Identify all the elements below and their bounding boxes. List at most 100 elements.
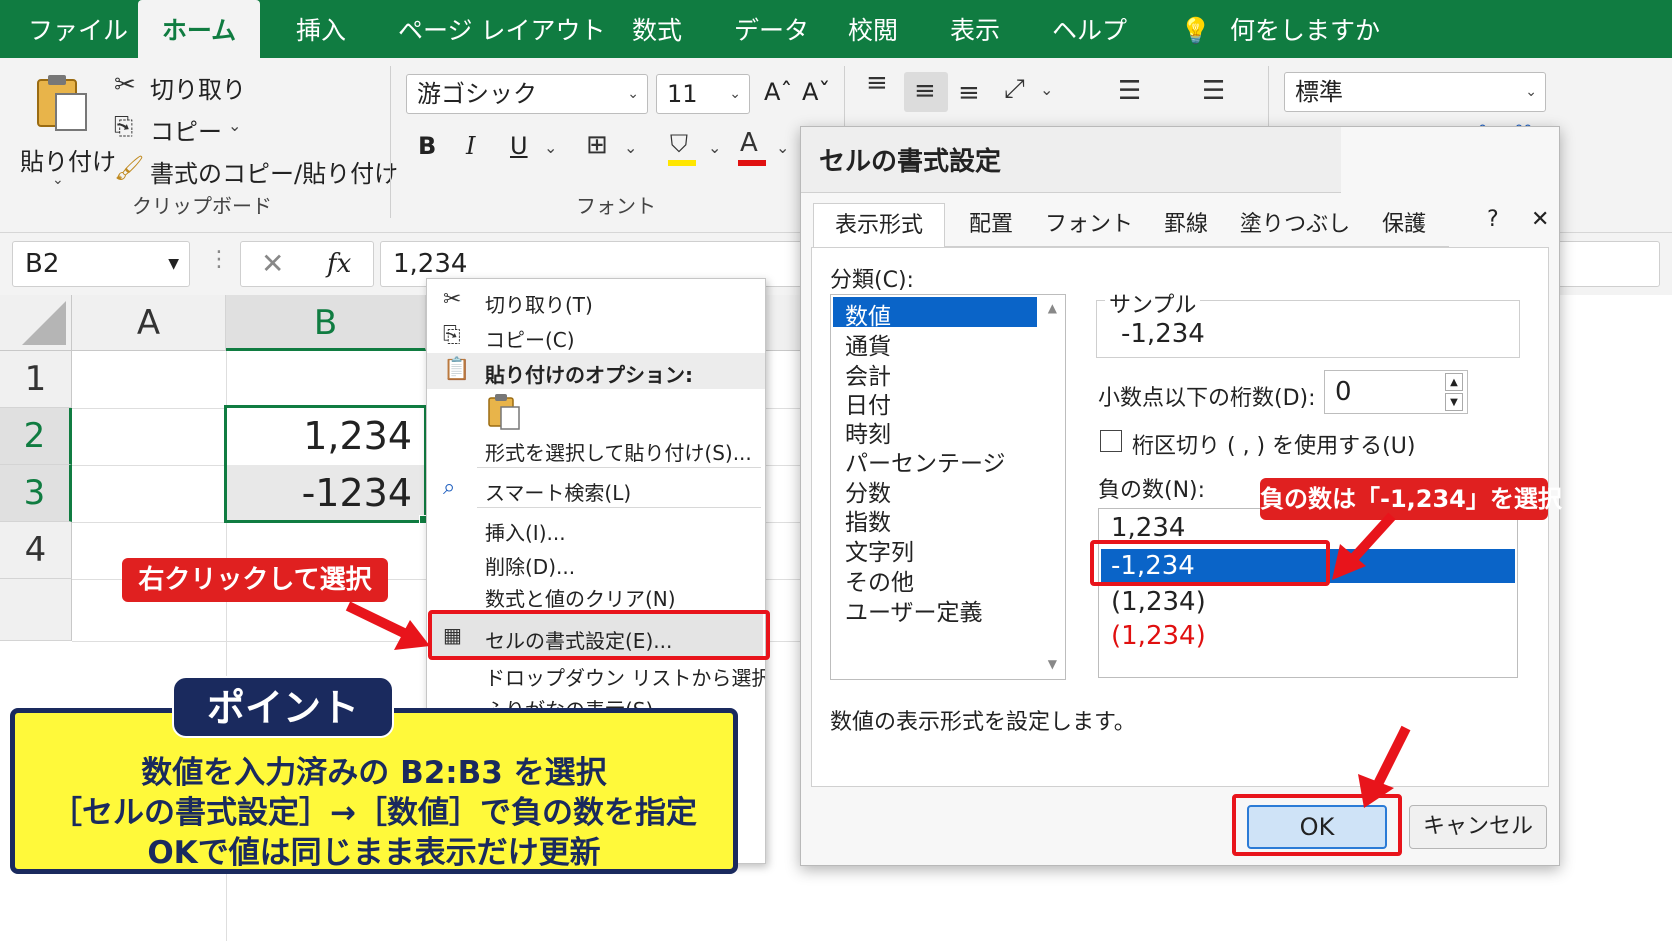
menu-item-insert[interactable]: 挿入(I)...: [485, 517, 566, 546]
paste-clipboard-icon[interactable]: [487, 393, 523, 431]
chevron-down-icon[interactable]: ⌄: [624, 138, 637, 157]
name-box-value: B2: [25, 249, 60, 279]
number-format-select[interactable]: 標準 ⌄: [1284, 72, 1546, 112]
tab-help[interactable]: ヘルプ: [1052, 0, 1127, 58]
category-custom[interactable]: ユーザー定義: [845, 593, 983, 627]
tab-insert[interactable]: 挿入: [296, 0, 346, 58]
italic-button[interactable]: I: [466, 132, 475, 160]
clipboard-group-label: クリップボード: [132, 194, 272, 218]
row-header-3[interactable]: 3: [0, 465, 72, 522]
underline-button[interactable]: U: [510, 132, 528, 160]
align-bottom-icon[interactable]: ≡: [958, 80, 980, 106]
row-header-4[interactable]: 4: [0, 522, 72, 579]
chevron-down-icon[interactable]: ⌄: [708, 138, 721, 157]
menu-item-cut[interactable]: 切り取り(T): [485, 289, 593, 318]
row-header-1[interactable]: 1: [0, 351, 72, 408]
column-header-b[interactable]: B: [226, 295, 426, 351]
tab-data[interactable]: データ: [734, 0, 809, 58]
smart-lookup-icon: ⌕: [443, 475, 456, 500]
chevron-down-icon: ⌄: [52, 172, 64, 188]
menu-item-clear-contents[interactable]: 数式と値のクリア(N): [485, 583, 676, 612]
tab-font[interactable]: フォント: [1037, 203, 1141, 247]
paste-button[interactable]: 貼り付け ⌄: [14, 70, 116, 190]
sample-value: -1,234: [1121, 319, 1205, 349]
scroll-down-icon[interactable]: ▼: [1048, 657, 1057, 671]
negative-option-red-parens[interactable]: (1,234): [1111, 621, 1206, 651]
category-currency[interactable]: 通貨: [845, 327, 891, 361]
tab-protection[interactable]: 保護: [1359, 203, 1449, 247]
cancel-button[interactable]: キャンセル: [1409, 805, 1547, 849]
spinner-down-icon[interactable]: ▼: [1445, 393, 1463, 411]
chevron-down-icon[interactable]: ⌄: [228, 116, 241, 135]
thousands-separator-label: 桁区切り ( , ) を使用する(U): [1132, 434, 1416, 459]
column-header-a[interactable]: A: [72, 295, 226, 351]
cell-b3[interactable]: -1234: [226, 465, 426, 522]
negative-option-plain[interactable]: 1,234: [1111, 513, 1185, 543]
negative-numbers-list[interactable]: 1,234 -1,234 (1,234) (1,234): [1098, 508, 1518, 678]
font-size-value: 11: [667, 80, 698, 108]
decrease-font-icon[interactable]: Aˇ: [802, 78, 830, 106]
wrap-text-icon[interactable]: ☰: [1118, 78, 1141, 104]
menu-item-pick-from-dropdown[interactable]: ドロップダウン リストから選択(K)...: [485, 662, 765, 691]
select-all-corner[interactable]: [0, 295, 72, 351]
category-scientific[interactable]: 指数: [845, 503, 891, 537]
more-options-icon: ⋮: [208, 247, 230, 272]
tab-file[interactable]: ファイル: [28, 0, 128, 58]
tab-view[interactable]: 表示: [950, 0, 1000, 58]
font-size-select[interactable]: 11 ⌄: [656, 74, 750, 114]
negative-option-parens[interactable]: (1,234): [1111, 587, 1206, 617]
format-painter-button[interactable]: 書式のコピー/貼り付け: [150, 154, 398, 189]
fill-color-icon[interactable]: ⛉: [668, 130, 698, 166]
borders-icon[interactable]: ⊞: [586, 132, 608, 158]
spinner-up-icon[interactable]: ▲: [1445, 373, 1463, 391]
point-line-3: OKで値は同じまま表示だけ更新: [147, 835, 601, 871]
menu-item-smart-lookup[interactable]: スマート検索(L): [485, 477, 631, 506]
row-header-5[interactable]: [0, 579, 72, 641]
category-number[interactable]: 数値: [845, 297, 891, 331]
close-button[interactable]: ✕: [1531, 207, 1549, 232]
thousands-separator-checkbox[interactable]: [1100, 430, 1122, 452]
tab-alignment[interactable]: 配置: [945, 203, 1037, 247]
font-color-icon[interactable]: A: [738, 128, 768, 166]
tab-page-layout[interactable]: ページ レイアウト: [398, 0, 605, 58]
align-middle-button[interactable]: ≡: [904, 72, 948, 112]
category-text[interactable]: 文字列: [845, 533, 914, 567]
menu-item-copy[interactable]: コピー(C): [485, 324, 575, 353]
copy-button[interactable]: コピー: [150, 112, 222, 147]
help-button[interactable]: ?: [1487, 207, 1499, 232]
name-box[interactable]: B2 ▼: [12, 241, 190, 287]
insert-function-icon[interactable]: fx: [327, 242, 351, 286]
tab-fill[interactable]: 塗りつぶし: [1231, 203, 1359, 247]
merge-center-icon[interactable]: ☰: [1202, 78, 1225, 104]
tell-me-search[interactable]: 何をしますか: [1230, 0, 1380, 58]
tab-border[interactable]: 罫線: [1141, 203, 1231, 247]
font-name-select[interactable]: 游ゴシック ⌄: [406, 74, 648, 114]
align-top-icon[interactable]: ≡: [866, 70, 888, 96]
scroll-up-icon[interactable]: ▲: [1048, 301, 1057, 315]
arrow-icon: [1358, 725, 1411, 808]
tab-formulas[interactable]: 数式: [632, 0, 682, 58]
chevron-down-icon[interactable]: ⌄: [1040, 80, 1053, 99]
dialog-titlebar[interactable]: セルの書式設定: [801, 127, 1341, 193]
category-special[interactable]: その他: [845, 563, 914, 597]
cell-b2[interactable]: 1,234: [226, 408, 426, 465]
chevron-down-icon[interactable]: ⌄: [776, 138, 789, 157]
chevron-down-icon[interactable]: ⌄: [544, 138, 557, 157]
tab-review[interactable]: 校閲: [848, 0, 898, 58]
copy-icon: ⎘: [443, 323, 461, 348]
paste-label: 貼り付け: [20, 148, 116, 176]
row-header-2[interactable]: 2: [0, 408, 72, 465]
cut-button[interactable]: 切り取り: [150, 70, 246, 105]
category-list[interactable]: 数値 通貨 会計 日付 時刻 パーセンテージ 分数 指数 文字列 その他 ユーザ…: [830, 294, 1066, 680]
menu-item-delete[interactable]: 削除(D)...: [485, 551, 575, 580]
menu-item-paste-special[interactable]: 形式を選択して貼り付け(S)...: [485, 437, 752, 466]
increase-font-icon[interactable]: Aˆ: [764, 78, 792, 106]
decimal-places-spinner[interactable]: 0 ▲ ▼: [1324, 370, 1468, 414]
ribbon-divider: [390, 66, 391, 218]
tab-number[interactable]: 表示形式: [813, 203, 945, 249]
tab-home[interactable]: ホーム: [138, 0, 260, 58]
bold-button[interactable]: B: [418, 132, 436, 160]
text-orientation-icon[interactable]: ⤢: [1004, 76, 1025, 102]
category-percentage[interactable]: パーセンテージ: [845, 444, 1006, 478]
cancel-icon[interactable]: ✕: [261, 242, 284, 286]
